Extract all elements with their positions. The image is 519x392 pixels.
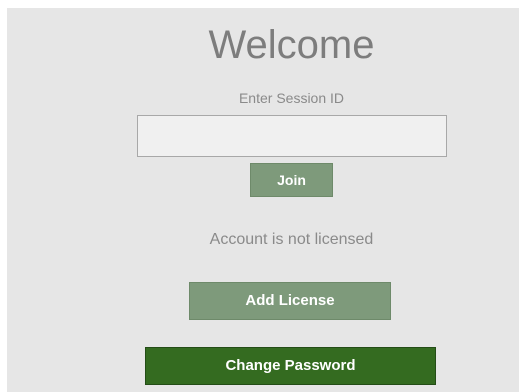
welcome-title: Welcome [208,23,375,67]
join-button[interactable]: Join [250,163,333,197]
session-id-prompt: Enter Session ID [238,90,345,106]
change-password-button[interactable]: Change Password [145,347,436,385]
session-id-input[interactable] [137,115,447,157]
add-license-button[interactable]: Add License [189,282,391,320]
license-status-text: Account is not licensed [209,231,374,248]
